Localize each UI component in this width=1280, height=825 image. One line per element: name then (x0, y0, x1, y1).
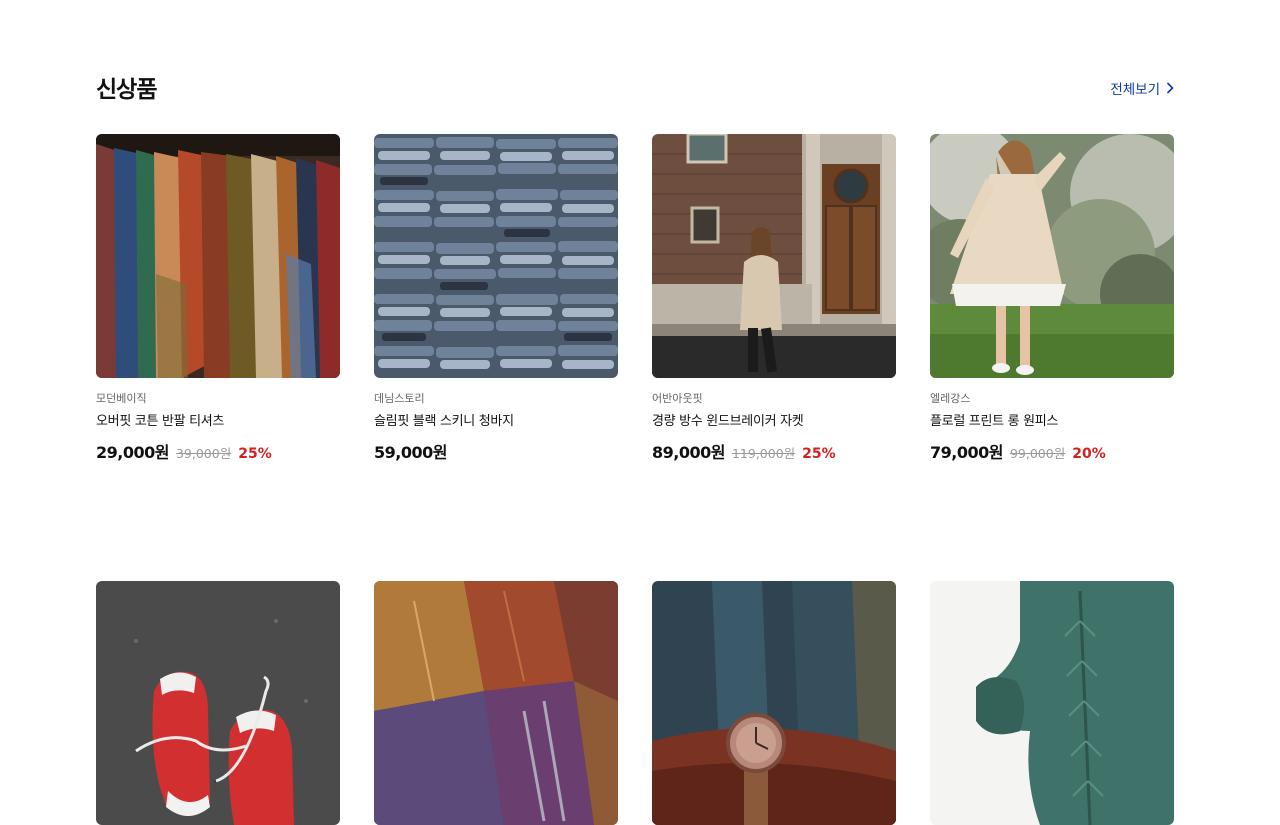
product-card[interactable] (930, 581, 1174, 825)
sale-price: 89,000원 (652, 443, 725, 462)
product-card[interactable] (652, 581, 896, 825)
original-price: 99,000원 (1009, 446, 1066, 461)
product-card[interactable]: 데님스토리 슬림핏 블랙 스키니 청바지 59,000원 (374, 134, 618, 463)
sale-price: 59,000원 (374, 443, 447, 462)
original-price: 119,000원 (731, 446, 796, 461)
colorful-shirts-image (96, 134, 340, 378)
view-all-label: 전체보기 (1110, 82, 1160, 98)
product-image (930, 134, 1174, 378)
product-image (374, 581, 618, 825)
product-image (374, 134, 618, 378)
stacked-jeans-image (374, 134, 618, 378)
product-name: 오버핏 코튼 반팔 티셔츠 (96, 414, 225, 429)
leather-jackets-image (374, 581, 618, 825)
product-brand: 어반아웃핏 (652, 392, 703, 405)
product-card[interactable] (96, 581, 340, 825)
view-all-link[interactable]: 전체보기 (1110, 78, 1174, 98)
product-brand: 엘레강스 (930, 392, 971, 405)
chevron-right-icon (1166, 82, 1174, 94)
price-row: 59,000원 (374, 439, 618, 463)
wristwatch-image (652, 581, 896, 825)
green-sweater-image (930, 581, 1174, 825)
red-sneakers-image (96, 581, 340, 825)
product-grid: 모던베이직 오버핏 코튼 반팔 티셔츠 29,000원 39,000원 25% (96, 134, 1174, 825)
woman-in-dress-image (930, 134, 1174, 378)
product-name: 플로럴 프린트 롱 원피스 (930, 414, 1059, 429)
product-brand: 모던베이직 (96, 392, 147, 405)
discount-rate: 25% (802, 446, 836, 462)
product-image (930, 581, 1174, 825)
product-name: 경량 방수 윈드브레이커 자켓 (652, 414, 804, 429)
section-title: 신상품 (96, 77, 157, 103)
product-card[interactable]: 모던베이직 오버핏 코튼 반팔 티셔츠 29,000원 39,000원 25% (96, 134, 340, 463)
sale-price: 79,000원 (930, 443, 1003, 462)
product-card[interactable]: 어반아웃핏 경량 방수 윈드브레이커 자켓 89,000원 119,000원 2… (652, 134, 896, 463)
discount-rate: 20% (1072, 446, 1106, 462)
product-image (652, 581, 896, 825)
original-price: 39,000원 (175, 446, 232, 461)
product-card[interactable] (374, 581, 618, 825)
price-row: 29,000원 39,000원 25% (96, 439, 340, 463)
price-row: 79,000원 99,000원 20% (930, 439, 1174, 463)
discount-rate: 25% (238, 446, 272, 462)
product-image (652, 134, 896, 378)
product-card[interactable]: 엘레강스 플로럴 프린트 롱 원피스 79,000원 99,000원 20% (930, 134, 1174, 463)
product-brand: 데님스토리 (374, 392, 425, 405)
product-image (96, 581, 340, 825)
woman-walking-image (652, 134, 896, 378)
product-name: 슬림핏 블랙 스키니 청바지 (374, 414, 514, 429)
price-row: 89,000원 119,000원 25% (652, 439, 896, 463)
sale-price: 29,000원 (96, 443, 169, 462)
product-image (96, 134, 340, 378)
